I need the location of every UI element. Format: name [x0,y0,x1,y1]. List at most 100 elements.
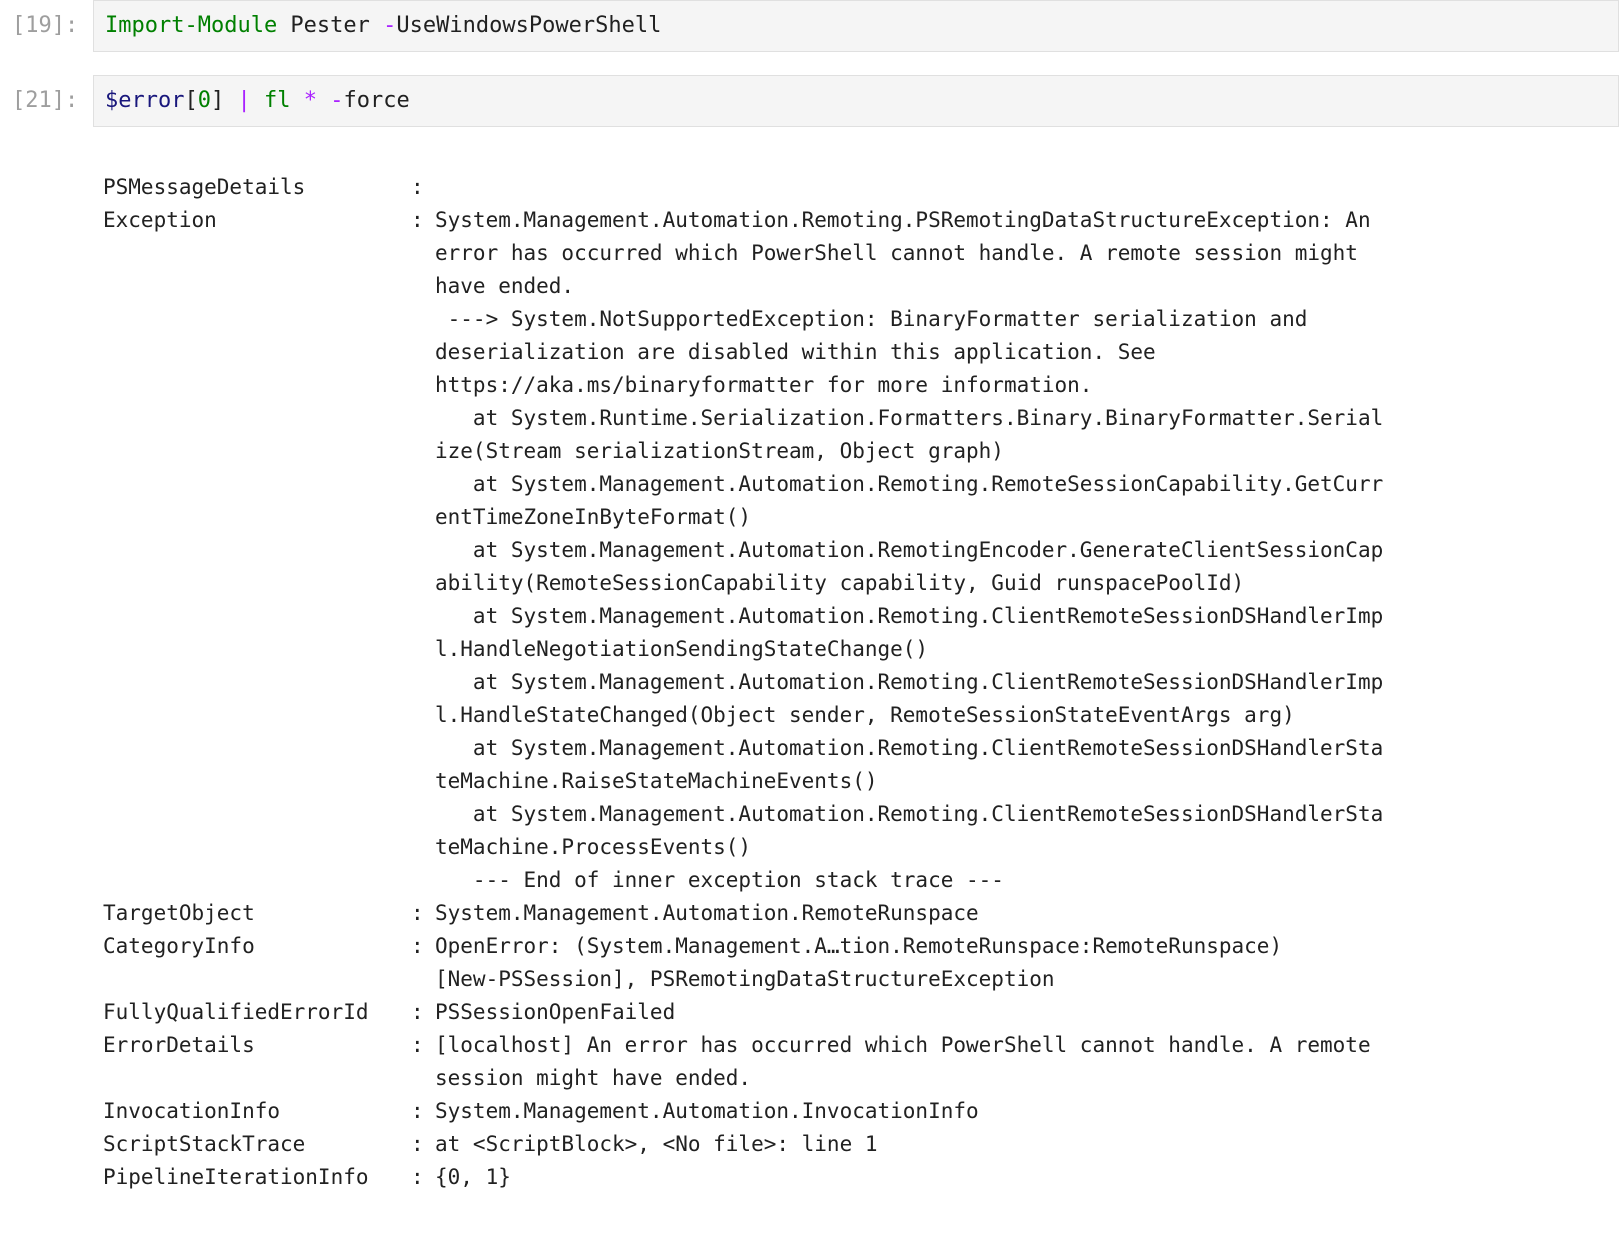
output-line: at System.Management.Automation.Remoting… [103,534,1383,567]
property-separator: : [411,1033,424,1057]
code-token: Import-Module [105,13,278,38]
code-token: $error [105,88,185,113]
property-value: ability(RemoteSessionCapability capabili… [435,571,1245,595]
property-value: {0, 1} [435,1165,511,1189]
property-separator: : [411,901,424,925]
output-line: TargetObject: System.Management.Automatio… [103,897,1383,930]
property-name-spacer [103,336,411,369]
property-value: l.HandleNegotiationSendingStateChange() [435,637,929,661]
property-name-spacer [103,666,411,699]
property-separator-spacer [411,765,435,798]
property-value: https://aka.ms/binaryformatter for more … [435,373,1093,397]
property-name: ScriptStackTrace [103,1132,306,1156]
property-value: [localhost] An error has occurred which … [435,1033,1371,1057]
property-name: Exception [103,208,217,232]
property-separator-spacer [411,1062,435,1095]
output-line: at System.Management.Automation.Remoting… [103,732,1383,765]
property-separator: : [411,1165,424,1189]
property-name: FullyQualifiedErrorId [103,1000,369,1024]
cell-prompt-21: [21]: [12,88,79,113]
output-line: ability(RemoteSessionCapability capabili… [103,567,1383,600]
property-name-spacer [103,864,411,897]
output-line: at System.Management.Automation.Remoting… [103,600,1383,633]
output-line: at System.Management.Automation.Remoting… [103,666,1383,699]
property-name-spacer [103,600,411,633]
property-name: PipelineIterationInfo [103,1165,369,1189]
property-name-spacer [103,732,411,765]
property-separator-spacer [411,501,435,534]
property-name-spacer [103,1062,411,1095]
property-name-spacer [103,534,411,567]
property-separator-spacer [411,633,435,666]
property-separator-spacer [411,237,435,270]
property-value: entTimeZoneInByteFormat() [435,505,752,529]
code-token: 0 [197,88,211,113]
property-value: ize(Stream serializationStream, Object g… [435,439,1004,463]
output-line: entTimeZoneInByteFormat() [103,501,1383,534]
output-line: at System.Management.Automation.Remoting… [103,468,1383,501]
property-name-spacer [103,633,411,666]
property-name-spacer [103,303,411,336]
output-line: FullyQualifiedErrorId: PSSessionOpenFaile… [103,996,1383,1029]
property-name-spacer [103,237,411,270]
code-token: | [237,88,251,113]
property-name-spacer [103,963,411,996]
cell-input-21[interactable]: $error[0] | fl * -force [93,75,1619,127]
property-value: deserialization are disabled within this… [435,340,1156,364]
property-value: OpenError: (System.Management.A…tion.Rem… [435,934,1283,958]
property-value: at System.Management.Automation.Remoting… [435,802,1384,826]
property-name-spacer [103,798,411,831]
output-line: teMachine.RaiseStateMachineEvents() [103,765,1383,798]
property-name-spacer [103,402,411,435]
output-line: --- End of inner exception stack trace -… [103,864,1383,897]
property-separator-spacer [411,336,435,369]
output-line: l.HandleNegotiationSendingStateChange() [103,633,1383,666]
property-value: at <ScriptBlock>, <No file>: line 1 [435,1132,878,1156]
output-line: ErrorDetails: [localhost] An error has oc… [103,1029,1383,1062]
output-line: have ended. [103,270,1383,303]
cell-prompt-19: [19]: [12,13,79,38]
property-separator: : [411,208,424,232]
property-name-spacer [103,699,411,732]
code-token: - [330,88,344,113]
code-token: Pester [277,13,384,38]
property-value: teMachine.RaiseStateMachineEvents() [435,769,878,793]
property-name-spacer [103,765,411,798]
property-separator-spacer [411,864,435,897]
property-name-spacer [103,369,411,402]
output-line: error has occurred which PowerShell cann… [103,237,1383,270]
property-value: PSSessionOpenFailed [435,1000,676,1024]
property-name-spacer [103,270,411,303]
output-line: teMachine.ProcessEvents() [103,831,1383,864]
output-line: ---> System.NotSupportedException: Binar… [103,303,1383,336]
output-line: ScriptStackTrace: at <ScriptBlock>, <No f… [103,1128,1383,1161]
cell-output: PSMessageDetails: Exception: System.Manage… [103,171,1383,1194]
property-separator-spacer [411,270,435,303]
output-line: PipelineIterationInfo: {0, 1} [103,1161,1383,1194]
output-line: ize(Stream serializationStream, Object g… [103,435,1383,468]
property-name-spacer [103,435,411,468]
output-line: at System.Management.Automation.Remoting… [103,798,1383,831]
code-token: ] [210,88,238,113]
output-line: at System.Runtime.Serialization.Formatte… [103,402,1383,435]
cell-input-19[interactable]: Import-Module Pester -UseWindowsPowerShe… [93,0,1619,52]
output-line: InvocationInfo: System.Management.Automat… [103,1095,1383,1128]
output-line: session might have ended. [103,1062,1383,1095]
property-separator: : [411,1132,424,1156]
property-separator-spacer [411,435,435,468]
property-name-spacer [103,567,411,600]
property-separator-spacer [411,567,435,600]
output-line: Exception: System.Management.Automation.R… [103,204,1383,237]
code-token: * [303,88,317,113]
property-value: at System.Management.Automation.Remoting… [435,604,1384,628]
property-name: InvocationInfo [103,1099,281,1123]
property-value: System.Management.Automation.InvocationI… [435,1099,979,1123]
property-value: System.Management.Automation.Remoting.PS… [435,208,1371,232]
property-value: session might have ended. [435,1066,752,1090]
output-line: https://aka.ms/binaryformatter for more … [103,369,1383,402]
property-separator-spacer [411,402,435,435]
property-value: System.Management.Automation.RemoteRunsp… [435,901,979,925]
